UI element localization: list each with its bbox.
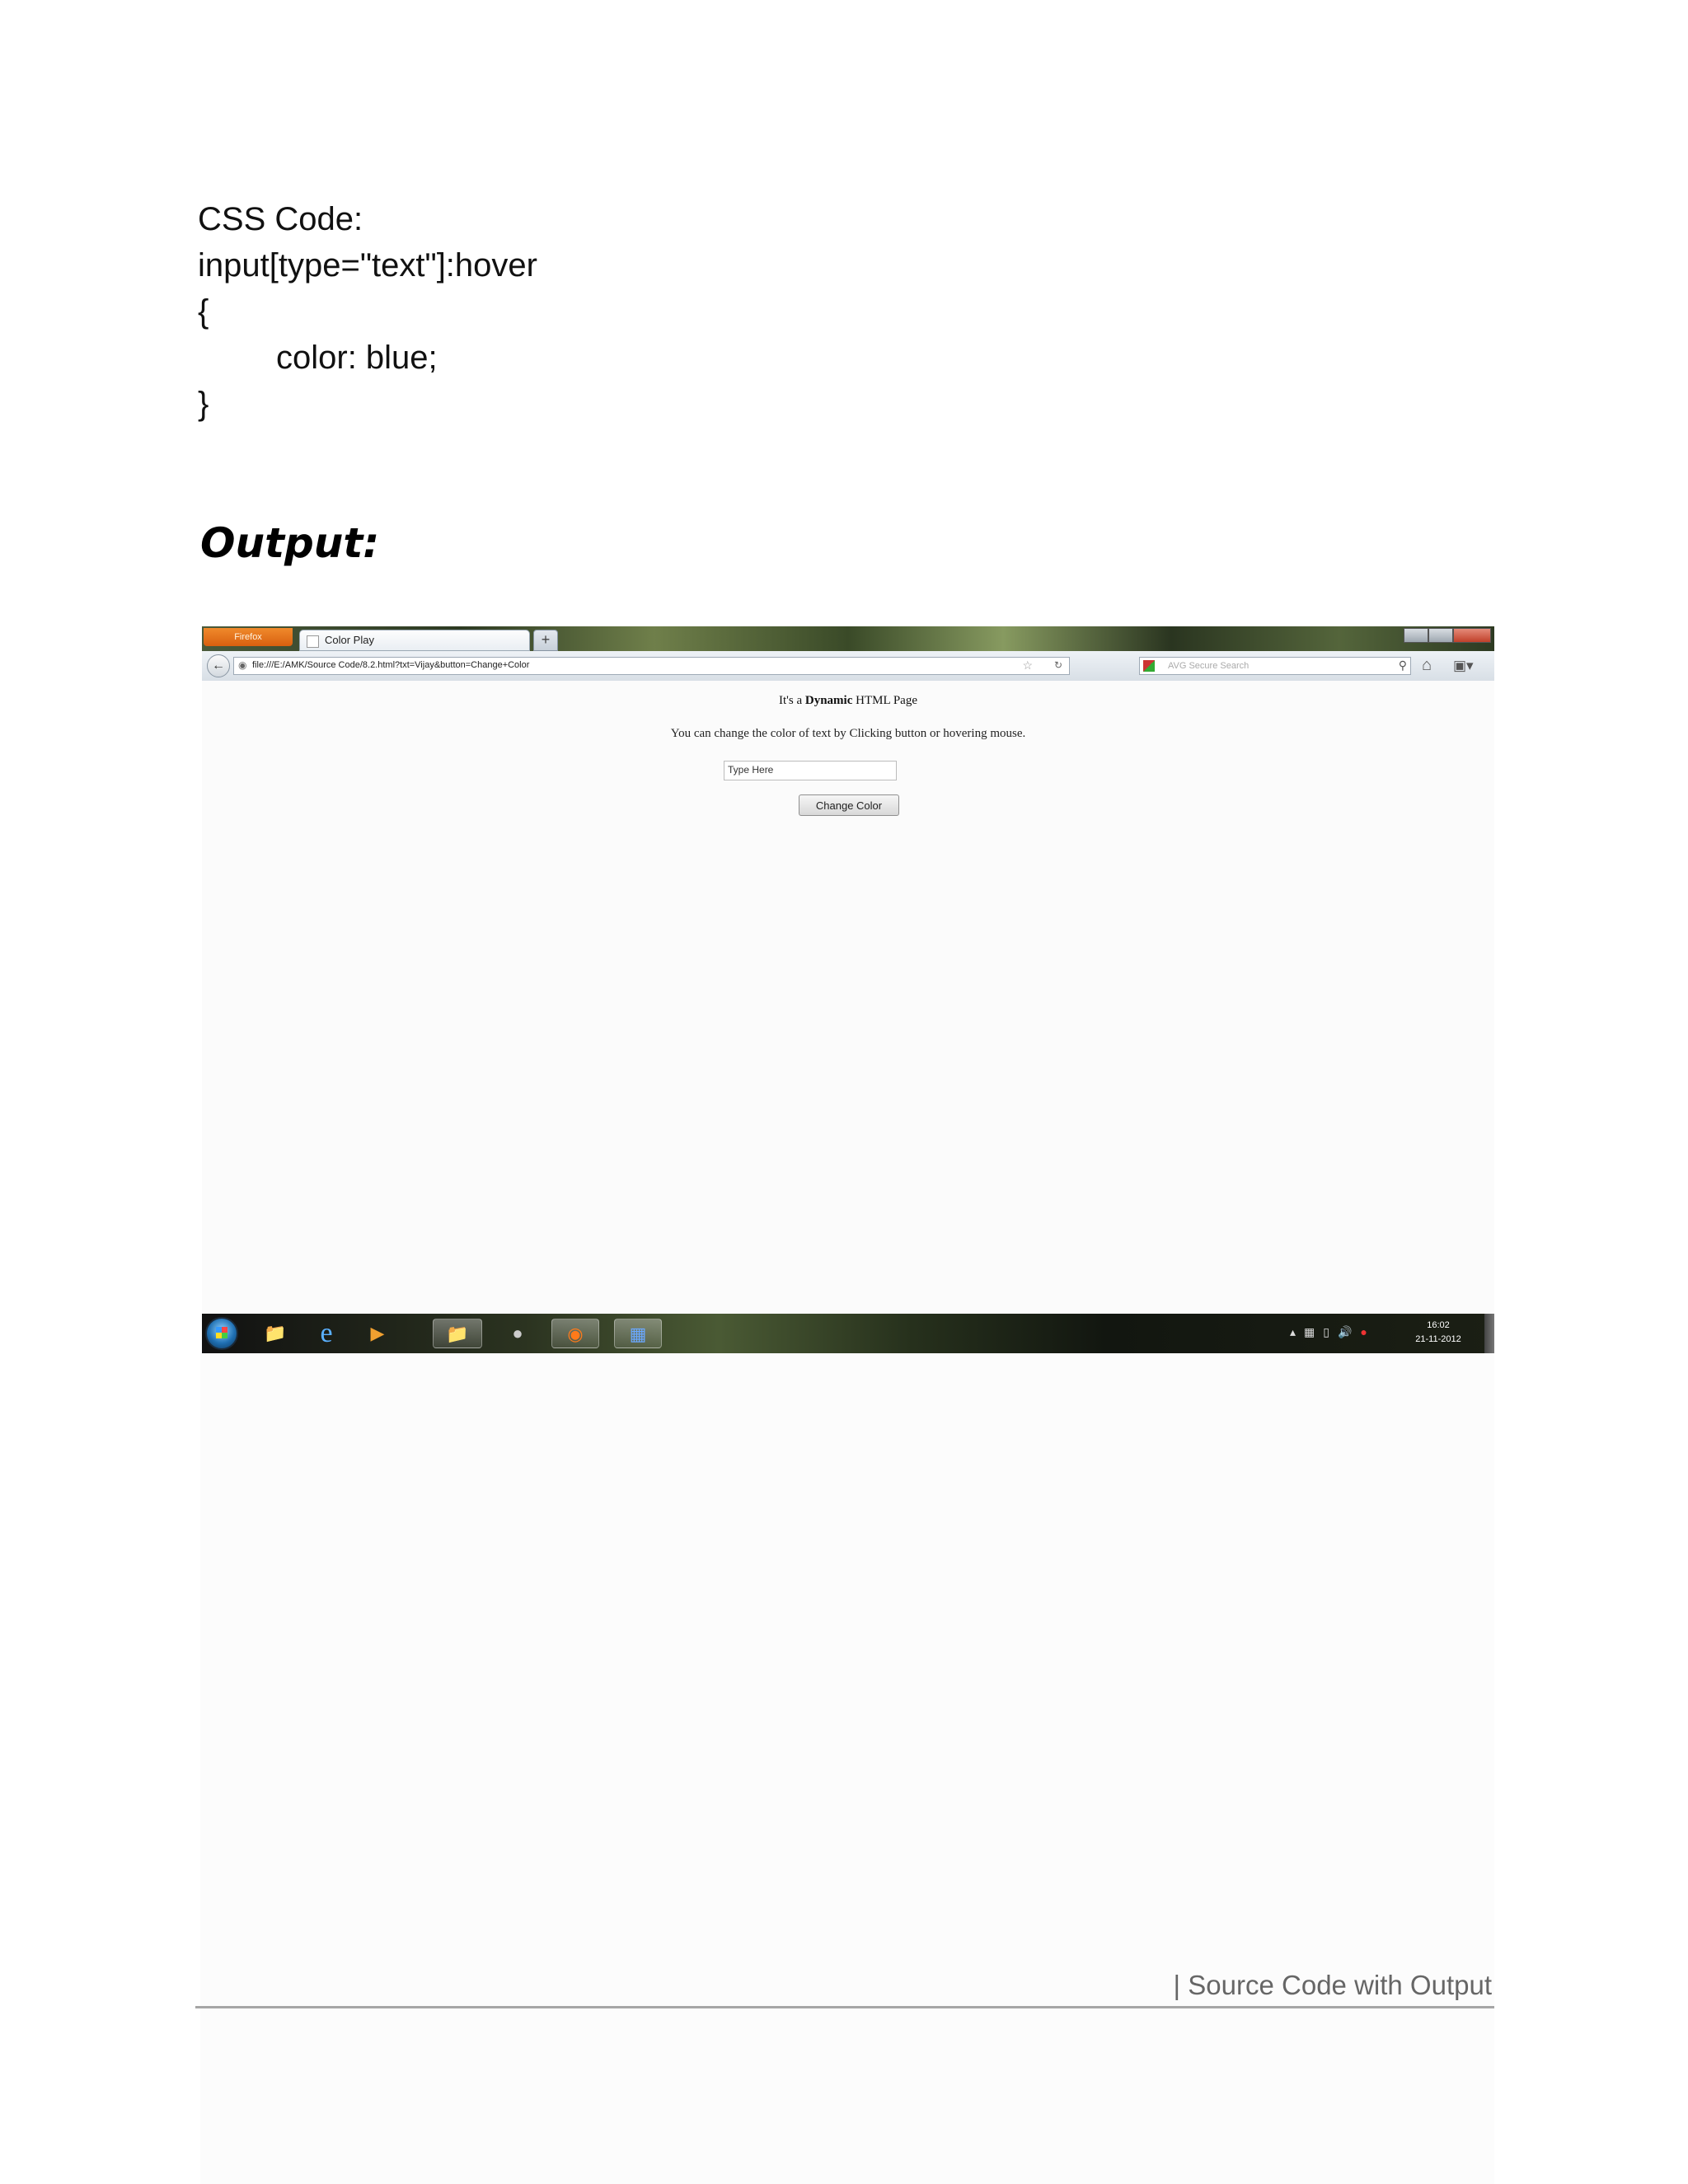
bookmarks-menu-icon[interactable]: ▣▾ <box>1453 658 1474 674</box>
address-bar[interactable]: ◉ file:///E:/AMK/Source Code/8.2.html?tx… <box>233 657 1070 675</box>
show-desktop-button[interactable] <box>1484 1314 1494 1353</box>
tab-color-play[interactable]: Color Play <box>299 630 530 651</box>
network-icon[interactable]: ● <box>1360 1325 1367 1339</box>
clock-time: 16:02 <box>1427 1320 1450 1330</box>
code-close-brace: } <box>198 386 209 422</box>
taskbar-clock[interactable]: 16:02 21-11-2012 <box>1405 1319 1471 1347</box>
search-bar[interactable]: AVG Secure Search ⚲ <box>1139 657 1411 675</box>
minimize-icon[interactable] <box>1404 628 1428 643</box>
page-viewport: It's a Dynamic HTML Page You can change … <box>202 681 1494 1116</box>
ie-icon[interactable]: e <box>311 1319 342 1348</box>
media-player-icon[interactable]: ▶ <box>362 1319 393 1348</box>
search-placeholder: AVG Secure Search <box>1168 661 1250 671</box>
code-declaration: color: blue; <box>276 340 438 376</box>
browser-titlebar: Firefox Color Play + <box>202 626 1494 651</box>
battery-icon[interactable]: ▯ <box>1323 1325 1329 1339</box>
change-color-button[interactable]: Change Color <box>799 794 899 816</box>
page-favicon-icon <box>307 635 319 648</box>
address-text: file:///E:/AMK/Source Code/8.2.html?txt=… <box>252 660 530 670</box>
explorer-icon[interactable]: 📁 <box>433 1319 482 1348</box>
heading-suffix: HTML Page <box>852 694 917 707</box>
tray-app-icon[interactable]: ▦ <box>1304 1325 1315 1339</box>
output-heading: Output: <box>200 519 380 567</box>
app-icon[interactable]: ● <box>502 1319 533 1348</box>
close-icon[interactable] <box>1452 628 1491 643</box>
tab-title: Color Play <box>325 634 374 646</box>
code-label: CSS Code: <box>198 201 363 237</box>
page-instruction: You can change the color of text by Clic… <box>670 727 1026 740</box>
library-icon[interactable]: 📁 <box>260 1319 291 1348</box>
word-icon[interactable]: ▦ <box>614 1319 662 1348</box>
browser-screenshot: Firefox Color Play + ← ◉ file:///E:/AMK/… <box>202 626 1494 1353</box>
reload-icon[interactable]: ↻ <box>1054 659 1062 671</box>
clock-date: 21-11-2012 <box>1415 1334 1461 1344</box>
new-tab-button[interactable]: + <box>533 630 558 651</box>
page-background <box>200 1352 1494 2184</box>
window-controls <box>1404 628 1491 643</box>
start-orb[interactable] <box>205 1317 238 1350</box>
system-tray: ▴ ▦ ▯ 🔊 ● <box>1290 1325 1367 1339</box>
heading-prefix: It's a <box>779 694 805 707</box>
search-icon[interactable]: ⚲ <box>1399 658 1407 673</box>
tray-expand-icon[interactable]: ▴ <box>1290 1325 1296 1339</box>
browser-navbar: ← ◉ file:///E:/AMK/Source Code/8.2.html?… <box>202 651 1494 682</box>
page-heading: It's a Dynamic HTML Page <box>202 694 1494 708</box>
volume-icon[interactable]: 🔊 <box>1338 1325 1352 1339</box>
windows-taskbar: 📁 e ▶ 📁 ● ◉ ▦ ▴ ▦ ▯ 🔊 ● 16:02 21-11-2012 <box>202 1314 1494 1353</box>
bookmark-star-icon[interactable]: ☆ <box>1022 658 1033 673</box>
home-icon[interactable]: ⌂ <box>1422 656 1432 675</box>
text-input[interactable]: Type Here <box>724 761 897 780</box>
code-open-brace: { <box>198 293 209 330</box>
firefox-menu-button[interactable]: Firefox <box>204 628 293 646</box>
maximize-icon[interactable] <box>1428 628 1453 643</box>
footer-rule <box>195 2006 1494 2008</box>
firefox-icon[interactable]: ◉ <box>551 1319 599 1348</box>
code-selector: input[type="text"]:hover <box>198 247 537 284</box>
search-engine-icon[interactable] <box>1143 660 1155 672</box>
globe-icon: ◉ <box>238 659 247 671</box>
back-arrow-icon[interactable]: ← <box>207 654 230 677</box>
footer-text: | Source Code with Output <box>1173 1970 1492 2000</box>
heading-bold-word: Dynamic <box>804 694 853 707</box>
